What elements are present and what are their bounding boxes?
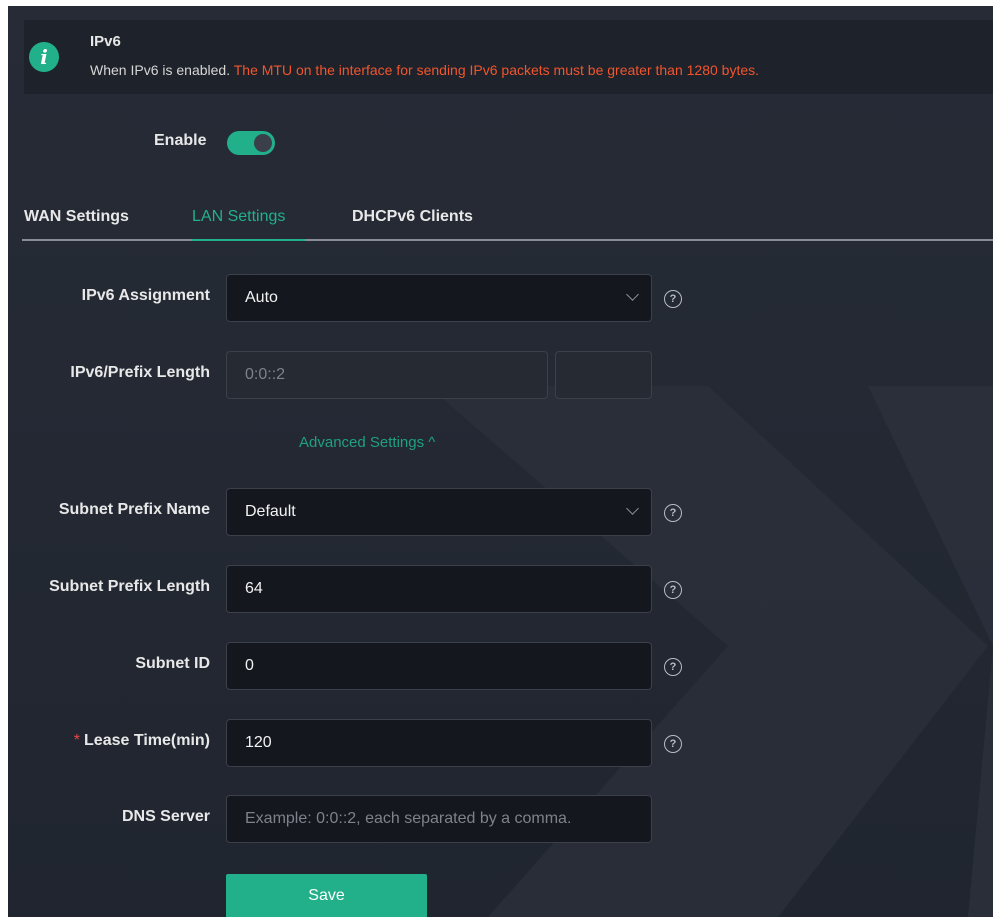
- ipv6-assignment-label: IPv6 Assignment: [81, 287, 210, 304]
- subnet-prefix-length-field[interactable]: 64: [226, 565, 652, 613]
- chevron-down-icon: [626, 288, 639, 301]
- tab-bar: WAN Settings LAN Settings DHCPv6 Clients: [8, 198, 993, 242]
- tab-dhcpv6-clients[interactable]: DHCPv6 Clients: [352, 208, 473, 226]
- ipv6-address-field[interactable]: 0:0::2: [226, 351, 548, 399]
- ipv6-assignment-help-icon[interactable]: ?: [664, 290, 682, 308]
- lease-time-label: * Lease Time(min): [74, 732, 210, 750]
- enable-toggle[interactable]: [227, 131, 275, 155]
- required-asterisk: *: [73, 732, 81, 749]
- subnet-prefix-name-label: Subnet Prefix Name: [58, 501, 210, 518]
- ipv6-assignment-value: Auto: [245, 289, 278, 306]
- save-button[interactable]: Save: [226, 874, 427, 917]
- lease-time-field[interactable]: 120: [226, 719, 652, 767]
- subnet-id-field[interactable]: 0: [226, 642, 652, 690]
- chevron-down-icon: [626, 502, 639, 515]
- prefix-length-field[interactable]: [555, 351, 652, 399]
- active-tab-underline: [192, 239, 305, 241]
- subnet-prefix-name-help-icon[interactable]: ?: [664, 504, 682, 522]
- tab-lan-settings[interactable]: LAN Settings: [192, 208, 285, 226]
- enable-label: Enable: [154, 132, 207, 149]
- dns-server-label: DNS Server: [121, 808, 210, 825]
- prefix-length-label: IPv6/Prefix Length: [70, 364, 210, 381]
- ipv6-notice-banner: [24, 20, 993, 94]
- advanced-settings-toggle[interactable]: Advanced Settings ^: [299, 434, 435, 451]
- advanced-settings-label: Advanced Settings: [299, 434, 425, 451]
- ipv6-assignment-select[interactable]: Auto: [226, 274, 652, 322]
- notice-text: When IPv6 is enabled. The MTU on the int…: [90, 62, 759, 78]
- tab-divider: [22, 239, 993, 241]
- subnet-prefix-name-value: Default: [245, 503, 296, 520]
- tab-wan-settings[interactable]: WAN Settings: [24, 208, 129, 226]
- notice-text-warning: The MTU on the interface for sending IPv…: [233, 62, 760, 78]
- notice-title: IPv6: [90, 33, 121, 50]
- subnet-prefix-length-help-icon[interactable]: ?: [664, 581, 682, 599]
- toggle-knob: [254, 134, 272, 152]
- notice-text-normal: When IPv6 is enabled.: [90, 62, 231, 78]
- lease-time-help-icon[interactable]: ?: [664, 735, 682, 753]
- subnet-prefix-name-select[interactable]: Default: [226, 488, 652, 536]
- lease-time-label-text: Lease Time(min): [84, 732, 210, 749]
- subnet-id-label: Subnet ID: [135, 655, 210, 672]
- subnet-prefix-length-label: Subnet Prefix Length: [49, 578, 210, 595]
- subnet-id-help-icon[interactable]: ?: [664, 658, 682, 676]
- ipv6-settings-panel: i IPv6 When IPv6 is enabled. The MTU on …: [8, 6, 993, 917]
- info-icon: i: [29, 42, 59, 72]
- dns-server-field[interactable]: Example: 0:0::2, each separated by a com…: [226, 795, 652, 843]
- chevron-up-icon: ^: [428, 434, 436, 451]
